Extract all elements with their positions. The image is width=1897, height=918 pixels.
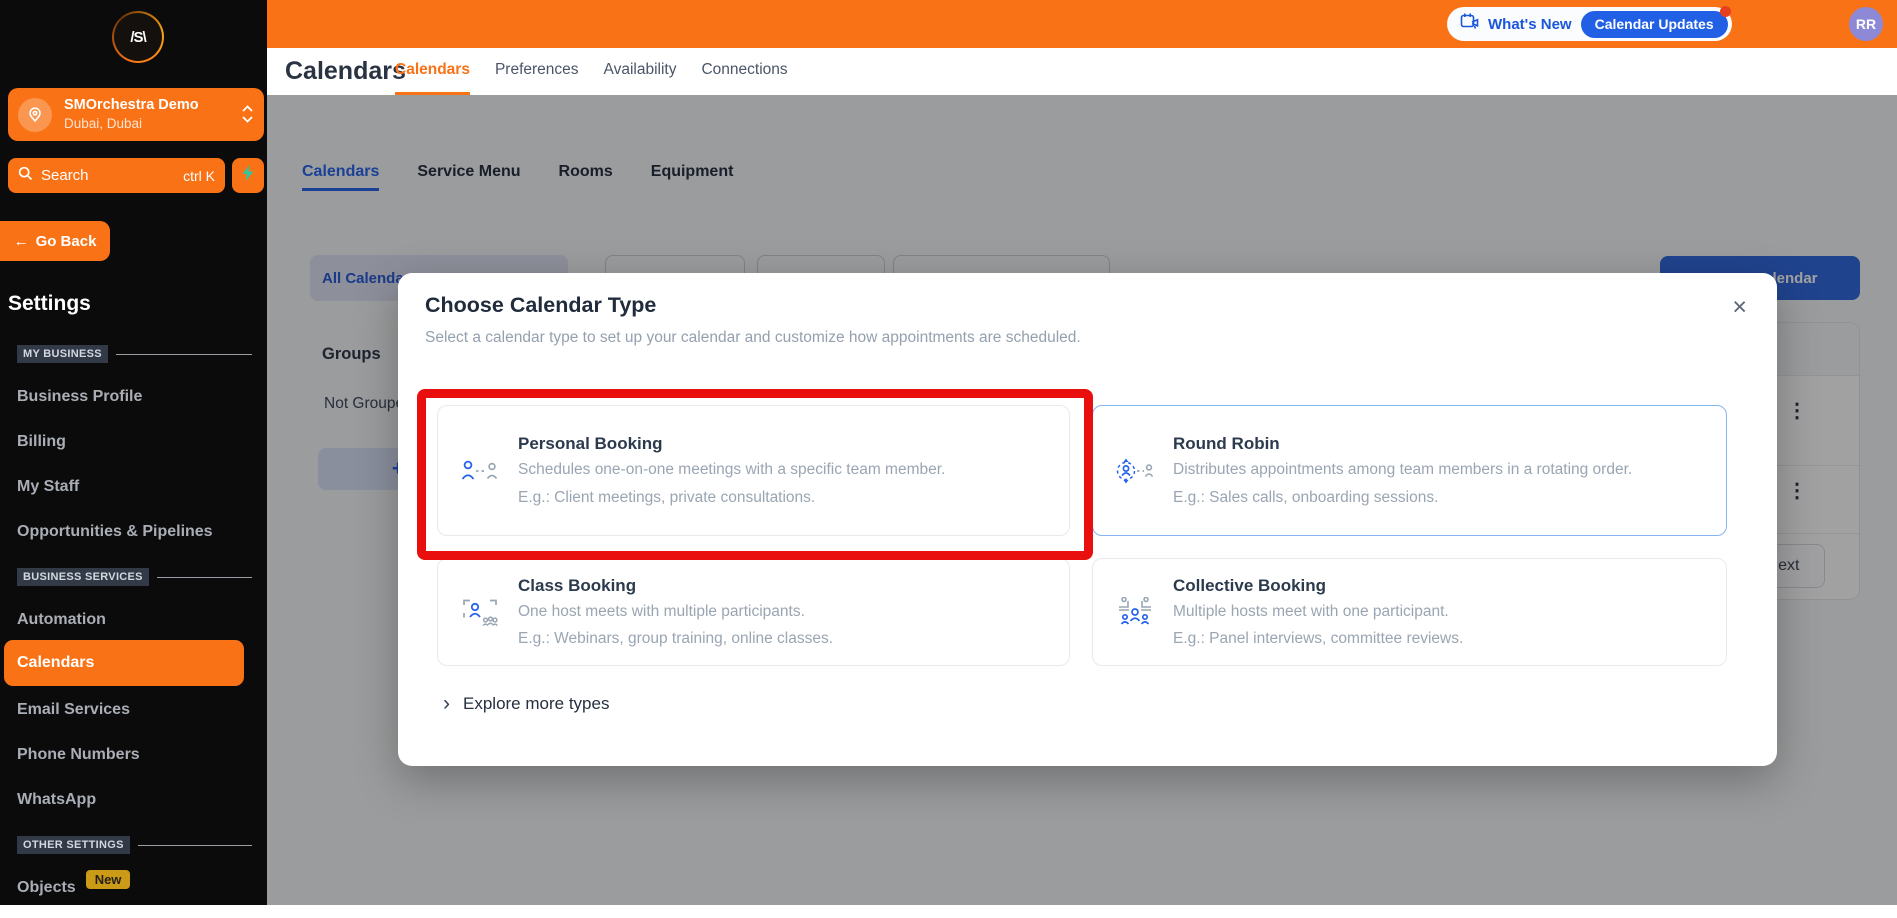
go-back-button[interactable]: ← Go Back: [0, 221, 110, 261]
search-placeholder: Search: [41, 167, 89, 184]
sidebar-item-my-staff[interactable]: My Staff: [17, 478, 79, 496]
app-root: What's New Calendar Updates RR Calendars…: [0, 0, 1897, 918]
calendar-updates-badge[interactable]: Calendar Updates: [1581, 11, 1728, 38]
choose-calendar-type-modal: × Choose Calendar Type Select a calendar…: [398, 273, 1777, 766]
option-title: Personal Booking: [518, 434, 945, 454]
back-arrow-icon: ←: [14, 233, 29, 250]
avatar[interactable]: RR: [1849, 7, 1883, 41]
account-location: Dubai, Dubai: [64, 116, 142, 131]
option-description: Schedules one-on-one meetings with a spe…: [518, 459, 945, 481]
tab-availability[interactable]: Availability: [604, 48, 677, 95]
search-icon: [18, 166, 33, 186]
sidebar-item-whatsapp[interactable]: WhatsApp: [17, 791, 96, 809]
section-divider: [157, 577, 252, 578]
explore-more-types-label: Explore more types: [463, 694, 609, 714]
sub-tabs: Calendars Service Menu Rooms Equipment: [302, 163, 733, 191]
sidebar-heading: Settings: [8, 292, 91, 316]
whats-new-label: What's New: [1488, 16, 1572, 33]
top-bar: What's New Calendar Updates RR: [0, 0, 1897, 48]
option-example: E.g.: Webinars, group training, online c…: [518, 630, 833, 648]
subtab-calendars[interactable]: Calendars: [302, 163, 379, 191]
announcement-calendar-icon: [1460, 12, 1479, 36]
calendar-type-options: Personal Booking Schedules one-on-one me…: [437, 405, 1727, 666]
option-title: Collective Booking: [1173, 576, 1463, 596]
page-header: Calendars Calendars Preferences Availabi…: [0, 48, 1897, 95]
account-name: SMOrchestra Demo: [64, 97, 199, 113]
whats-new-button[interactable]: What's New Calendar Updates: [1447, 7, 1732, 41]
row-menu-kebab-icon[interactable]: ⋮: [1787, 401, 1807, 421]
explore-more-types-link[interactable]: › Explore more types: [443, 693, 609, 714]
groups-title: Groups: [322, 345, 381, 364]
class-booking-icon: [460, 597, 500, 627]
option-title: Class Booking: [518, 576, 833, 596]
sidebar-item-automation[interactable]: Automation: [17, 611, 106, 629]
option-example: E.g.: Client meetings, private consultat…: [518, 489, 945, 507]
option-description: Multiple hosts meet with one participant…: [1173, 601, 1463, 623]
option-class-booking[interactable]: Class Booking One host meets with multip…: [437, 558, 1070, 666]
option-example: E.g.: Panel interviews, committee review…: [1173, 630, 1463, 648]
subtab-equipment[interactable]: Equipment: [651, 163, 734, 191]
tab-preferences[interactable]: Preferences: [495, 48, 579, 95]
chevron-right-icon: ›: [443, 693, 450, 714]
option-description: Distributes appointments among team memb…: [1173, 459, 1632, 481]
settings-sidebar: /S\ SMOrchestra Demo Dubai, Dubai: [0, 0, 267, 905]
section-divider: [116, 354, 252, 355]
sidebar-item-business-profile[interactable]: Business Profile: [17, 388, 142, 406]
new-badge: New: [86, 870, 131, 889]
option-personal-booking[interactable]: Personal Booking Schedules one-on-one me…: [437, 405, 1070, 536]
modal-subtitle: Select a calendar type to set up your ca…: [425, 329, 1081, 347]
option-collective-booking[interactable]: Collective Booking Multiple hosts meet w…: [1092, 558, 1727, 666]
section-divider: [138, 845, 252, 846]
search-shortcut: ctrl K: [183, 168, 215, 184]
chevron-up-down-icon: [241, 103, 254, 130]
section-business-services: BUSINESS SERVICES: [17, 568, 252, 586]
sidebar-item-objects[interactable]: Objects New: [17, 878, 130, 897]
option-round-robin[interactable]: Round Robin Distributes appointments amo…: [1092, 405, 1727, 536]
section-other-settings: OTHER SETTINGS: [17, 836, 252, 854]
option-description: One host meets with multiple participant…: [518, 601, 833, 623]
search-input[interactable]: Search ctrl K: [8, 158, 225, 193]
tab-calendars[interactable]: Calendars: [395, 48, 470, 95]
modal-title: Choose Calendar Type: [425, 293, 656, 318]
page-title: Calendars: [285, 57, 406, 86]
round-robin-icon: [1115, 456, 1155, 486]
option-example: E.g.: Sales calls, onboarding sessions.: [1173, 489, 1632, 507]
subtab-service-menu[interactable]: Service Menu: [417, 163, 520, 191]
option-title: Round Robin: [1173, 434, 1632, 454]
sidebar-item-billing[interactable]: Billing: [17, 433, 66, 451]
location-pin-icon: [18, 98, 52, 132]
subtab-rooms[interactable]: Rooms: [559, 163, 613, 191]
row-menu-kebab-icon[interactable]: ⋮: [1787, 481, 1807, 501]
brand-logo: /S\: [112, 11, 164, 63]
sidebar-item-calendars[interactable]: Calendars: [4, 640, 244, 686]
quick-actions-button[interactable]: [232, 158, 264, 193]
tab-connections[interactable]: Connections: [701, 48, 787, 95]
main-tabs: Calendars Preferences Availability Conne…: [395, 48, 788, 95]
notification-dot: [1720, 6, 1731, 17]
sidebar-item-email-services[interactable]: Email Services: [17, 701, 130, 719]
section-my-business: MY BUSINESS: [17, 345, 252, 363]
account-switcher[interactable]: SMOrchestra Demo Dubai, Dubai: [8, 88, 264, 141]
one-on-one-icon: [460, 457, 500, 485]
sidebar-item-phone-numbers[interactable]: Phone Numbers: [17, 746, 140, 764]
sidebar-item-opportunities-pipelines[interactable]: Opportunities & Pipelines: [17, 523, 213, 541]
close-icon[interactable]: ×: [1732, 295, 1747, 320]
lightning-bolt-icon: [242, 165, 254, 186]
collective-booking-icon: [1115, 597, 1155, 627]
go-back-label: Go Back: [36, 233, 97, 250]
